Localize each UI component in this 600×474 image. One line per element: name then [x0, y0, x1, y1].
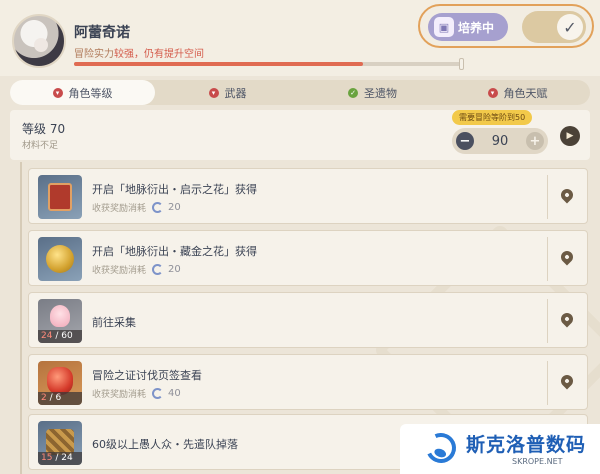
task-cost-label: 收获奖励消耗: [92, 390, 147, 400]
item-need: / 60: [55, 331, 73, 341]
tab-talents[interactable]: ▾ 角色天赋: [445, 80, 590, 105]
task-item-image: 15 / 24: [38, 421, 82, 465]
power-status: 较强，仍有提升空间: [114, 49, 204, 60]
target-level-stepper: − 90 +: [452, 128, 548, 154]
task-item[interactable]: 开启「地脉衍出・启示之花」获得 收获奖励消耗 20: [28, 168, 588, 224]
watermark-url: SKROPE.NET: [512, 457, 563, 466]
character-name: 阿蕾奇诺: [74, 25, 130, 41]
item-count-overlay: 2 / 6: [38, 392, 82, 405]
item-need: / 6: [49, 393, 62, 403]
map-pin-icon[interactable]: [558, 372, 576, 390]
item-need: / 24: [55, 453, 73, 463]
alert-dot-icon: ▾: [487, 87, 498, 98]
task-cost-line: 收获奖励消耗 20: [92, 263, 181, 276]
power-prefix: 冒险实力: [74, 49, 114, 60]
item-count-overlay: 15 / 24: [38, 452, 82, 465]
task-title: 冒险之证讨伐页签查看: [92, 369, 202, 382]
training-switch[interactable]: ✓: [522, 11, 586, 43]
person-card-icon: ▣: [434, 17, 454, 37]
progress-marker: [459, 58, 464, 70]
site-watermark: 斯克洛普数码 SKROPE.NET: [400, 424, 600, 474]
coin-icon: [46, 245, 74, 273]
play-arrow-button[interactable]: ▶: [560, 126, 580, 146]
task-item[interactable]: 开启「地脉衍出・藏金之花」获得 收获奖励消耗 20: [28, 230, 588, 286]
tab-label: 武器: [224, 86, 247, 100]
target-level-value[interactable]: 90: [492, 134, 509, 149]
alert-dot-icon: ▾: [208, 87, 219, 98]
task-cost-value: 20: [168, 202, 181, 213]
current-level: 等级 70: [22, 122, 66, 136]
resin-moon-icon: [152, 202, 164, 213]
resin-moon-icon: [152, 388, 164, 399]
item-have: 24: [41, 331, 53, 341]
tree-connector-line: [20, 162, 22, 474]
material-status: 材料不足: [22, 141, 59, 151]
alert-dot-icon: ▾: [52, 87, 63, 98]
category-tabs: ▾ 角色等级 ▾ 武器 ✓ 圣遗物 ▾ 角色天赋: [10, 80, 590, 105]
tab-artifacts[interactable]: ✓ 圣遗物: [300, 80, 445, 105]
task-cost-line: 收获奖励消耗 40: [92, 387, 181, 400]
task-title: 前往采集: [92, 316, 136, 329]
tab-label: 角色等级: [68, 86, 113, 100]
map-pin-icon[interactable]: [558, 248, 576, 266]
tab-weapon[interactable]: ▾ 武器: [155, 80, 300, 105]
character-header: 阿蕾奇诺 冒险实力较强，仍有提升空间 ▣ 培养中 ✓: [0, 0, 600, 76]
increment-button[interactable]: +: [525, 132, 544, 150]
tab-label: 圣遗物: [364, 86, 397, 100]
task-item[interactable]: 2 / 6 冒险之证讨伐页签查看 收获奖励消耗 40: [28, 354, 588, 410]
training-toggle-area: ▣ 培养中 ✓: [418, 4, 594, 48]
item-have: 15: [41, 453, 53, 463]
task-item-image: 2 / 6: [38, 361, 82, 405]
check-dot-icon: ✓: [348, 87, 358, 98]
item-have: 2: [41, 393, 47, 403]
divider: [547, 299, 548, 343]
requirement-badge: 需要冒险等阶到50: [452, 110, 533, 125]
book-icon: [48, 183, 72, 211]
item-count-overlay: 24 / 60: [38, 330, 82, 343]
power-progress-fill: [74, 62, 363, 66]
task-cost-line: 收获奖励消耗 20: [92, 201, 181, 214]
watermark-brand: 斯克洛普数码: [466, 434, 587, 456]
task-title: 开启「地脉衍出・启示之花」获得: [92, 183, 257, 196]
brand-logo-icon: [421, 428, 461, 468]
divider: [547, 361, 548, 405]
task-cost-value: 20: [168, 264, 181, 275]
character-avatar[interactable]: [12, 14, 66, 68]
tab-label: 角色天赋: [503, 86, 548, 100]
training-label: 培养中: [458, 20, 495, 35]
task-title: 开启「地脉衍出・藏金之花」获得: [92, 245, 257, 258]
power-progress-bar: [74, 62, 464, 66]
power-status-line: 冒险实力较强，仍有提升空间: [74, 45, 204, 60]
map-pin-icon[interactable]: [558, 186, 576, 204]
decrement-button[interactable]: −: [456, 132, 474, 150]
flower-icon: [50, 305, 70, 327]
task-item[interactable]: 24 / 60 前往采集: [28, 292, 588, 348]
tab-character-level[interactable]: ▾ 角色等级: [10, 80, 155, 105]
task-cost-label: 收获奖励消耗: [92, 266, 147, 276]
task-cost-value: 40: [168, 388, 181, 399]
map-pin-icon[interactable]: [558, 310, 576, 328]
task-item-image: [38, 175, 82, 219]
task-cost-label: 收获奖励消耗: [92, 204, 147, 214]
resin-moon-icon: [152, 264, 164, 275]
divider: [547, 175, 548, 219]
task-item-image: 24 / 60: [38, 299, 82, 343]
checkmark-icon: ✓: [557, 14, 583, 40]
divider: [547, 237, 548, 281]
training-status-pill[interactable]: ▣ 培养中: [428, 13, 508, 41]
gem-icon: [47, 367, 73, 395]
task-title: 60级以上愚人众・先遣队掉落: [92, 438, 238, 451]
level-row: 等级 70 材料不足 需要冒险等阶到50 − 90 + ▶: [10, 110, 590, 160]
task-item-image: [38, 237, 82, 281]
